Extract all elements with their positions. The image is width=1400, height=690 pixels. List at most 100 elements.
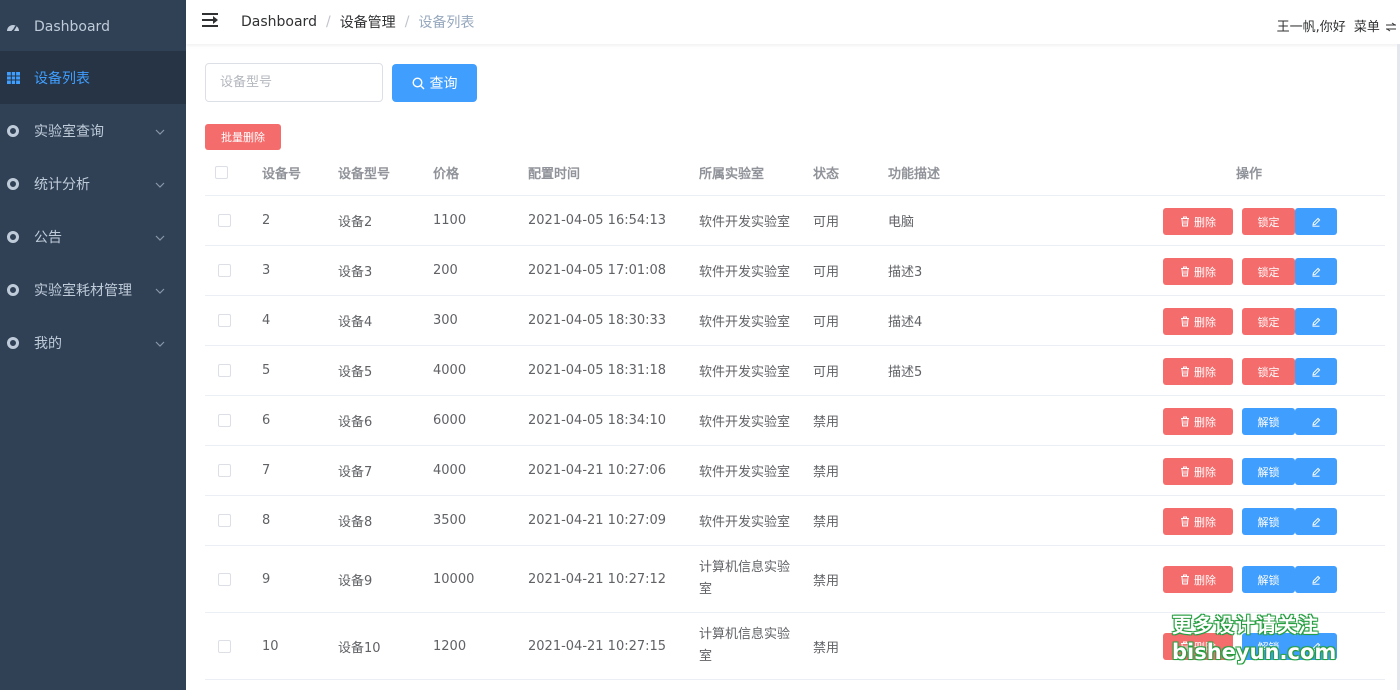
cell-config-time: 2021-04-21 10:27:09 bbox=[528, 513, 667, 528]
sidebar-item-announcement[interactable]: 公告 bbox=[0, 210, 186, 263]
chevron-down-icon bbox=[155, 229, 165, 245]
cell-device-id: 9 bbox=[262, 571, 271, 587]
row-checkbox[interactable] bbox=[218, 414, 231, 427]
pencil-icon bbox=[1312, 267, 1321, 277]
unlock-button[interactable]: 解锁 bbox=[1242, 566, 1295, 593]
select-cell bbox=[218, 396, 231, 445]
column-header-description: 功能描述 bbox=[888, 167, 941, 182]
cell-device-id: 6 bbox=[262, 413, 271, 428]
column-header-id: 设备号 bbox=[262, 167, 302, 182]
table-row: 6 设备6 6000 2021-04-05 18:34:10 软件开发实验室 禁用 删除 解锁 bbox=[205, 396, 1385, 446]
select-cell bbox=[218, 346, 231, 395]
delete-button[interactable]: 删除 bbox=[1163, 308, 1233, 335]
edit-button[interactable] bbox=[1295, 308, 1337, 335]
breadcrumb-device-management: 设备管理 bbox=[339, 15, 396, 31]
row-checkbox[interactable] bbox=[218, 514, 231, 527]
pencil-icon bbox=[1312, 467, 1321, 477]
sidebar-item-lab-supplies[interactable]: 实验室耗材管理 bbox=[0, 263, 186, 316]
watermark: 更多设计请关注 bisheyun.com bbox=[1172, 612, 1336, 666]
sidebar-item-statistics[interactable]: 统计分析 bbox=[0, 157, 186, 210]
batch-delete-button[interactable]: 批量删除 bbox=[205, 124, 281, 150]
ring-icon bbox=[6, 177, 20, 191]
cell-lab: 计算机信息实验室 bbox=[699, 560, 791, 597]
edit-button[interactable] bbox=[1295, 358, 1337, 385]
sidebar-item-device-list[interactable]: 设备列表 bbox=[0, 51, 186, 104]
query-button[interactable]: 查询 bbox=[392, 64, 477, 102]
cell-price: 10000 bbox=[433, 571, 475, 587]
delete-button[interactable]: 删除 bbox=[1163, 408, 1233, 435]
watermark-line-1: 更多设计请关注 bbox=[1172, 613, 1319, 637]
select-cell bbox=[218, 246, 231, 295]
column-header-actions: 操作 bbox=[1236, 167, 1263, 182]
breadcrumb: Dashboard / 设备管理 / 设备列表 bbox=[241, 12, 474, 32]
cell-description: 描述3 bbox=[888, 265, 923, 280]
delete-button[interactable]: 删除 bbox=[1163, 508, 1233, 535]
cell-status: 禁用 bbox=[813, 515, 840, 530]
select-all-checkbox[interactable] bbox=[215, 166, 228, 179]
hamburger-icon[interactable] bbox=[202, 13, 218, 27]
cell-price: 4000 bbox=[433, 463, 467, 478]
edit-button[interactable] bbox=[1295, 566, 1337, 593]
user-menu[interactable]: 王一帆,你好 菜单 bbox=[1277, 16, 1396, 35]
select-cell bbox=[218, 296, 231, 345]
edit-button[interactable] bbox=[1295, 408, 1337, 435]
row-checkbox[interactable] bbox=[218, 264, 231, 277]
breadcrumb-current: 设备列表 bbox=[418, 15, 475, 31]
table-row: 3 设备3 200 2021-04-05 17:01:08 软件开发实验室 可用 描述3 删除… bbox=[205, 246, 1385, 296]
pencil-icon bbox=[1312, 317, 1321, 327]
cell-status: 禁用 bbox=[813, 415, 840, 430]
query-button-label: 查询 bbox=[429, 76, 458, 92]
delete-button[interactable]: 删除 bbox=[1163, 458, 1233, 485]
row-checkbox[interactable] bbox=[218, 364, 231, 377]
lock-button[interactable]: 锁定 bbox=[1242, 208, 1295, 235]
pencil-icon bbox=[1312, 217, 1321, 227]
cell-config-time: 2021-04-05 16:54:13 bbox=[528, 213, 667, 228]
delete-button[interactable]: 删除 bbox=[1163, 208, 1233, 235]
cell-device-id: 5 bbox=[262, 363, 271, 378]
lock-button[interactable]: 锁定 bbox=[1242, 358, 1295, 385]
trash-icon bbox=[1181, 574, 1189, 585]
edit-button[interactable] bbox=[1295, 208, 1337, 235]
sidebar-item-dashboard[interactable]: Dashboard bbox=[0, 0, 186, 53]
delete-button[interactable]: 删除 bbox=[1163, 566, 1233, 593]
select-cell bbox=[218, 613, 231, 679]
cell-lab: 软件开发实验室 bbox=[699, 465, 791, 480]
sidebar-item-mine[interactable]: 我的 bbox=[0, 316, 186, 369]
sidebar-item-label: 我的 bbox=[34, 335, 62, 352]
unlock-button[interactable]: 解锁 bbox=[1242, 508, 1295, 535]
unlock-button[interactable]: 解锁 bbox=[1242, 408, 1295, 435]
breadcrumb-dashboard[interactable]: Dashboard bbox=[241, 14, 317, 30]
row-checkbox[interactable] bbox=[218, 639, 231, 653]
delete-button[interactable]: 删除 bbox=[1163, 258, 1233, 285]
row-checkbox[interactable] bbox=[218, 572, 231, 586]
device-table: 设备号 设备型号 价格 配置时间 所属实验室 状态 功能描述 操作 2 设备2 11… bbox=[205, 150, 1385, 680]
pencil-icon bbox=[1312, 517, 1321, 527]
edit-button[interactable] bbox=[1295, 458, 1337, 485]
delete-button-label: 删除 bbox=[1194, 515, 1216, 529]
edit-button[interactable] bbox=[1295, 258, 1337, 285]
menu-label[interactable]: 菜单 bbox=[1354, 20, 1380, 35]
dashboard-icon bbox=[6, 20, 20, 34]
row-checkbox[interactable] bbox=[218, 214, 231, 227]
edit-button[interactable] bbox=[1295, 508, 1337, 535]
unlock-button[interactable]: 解锁 bbox=[1242, 458, 1295, 485]
table-header-row: 设备号 设备型号 价格 配置时间 所属实验室 状态 功能描述 操作 bbox=[205, 150, 1385, 196]
search-icon bbox=[411, 76, 424, 89]
sidebar-item-label: Dashboard bbox=[34, 18, 110, 35]
device-model-search-input[interactable] bbox=[205, 63, 383, 102]
cell-device-id: 3 bbox=[262, 263, 271, 278]
row-checkbox[interactable] bbox=[218, 464, 231, 477]
cell-config-time: 2021-04-05 17:01:08 bbox=[528, 263, 667, 278]
sidebar-item-lab-query[interactable]: 实验室查询 bbox=[0, 104, 186, 157]
row-checkbox[interactable] bbox=[218, 314, 231, 327]
delete-button[interactable]: 删除 bbox=[1163, 358, 1233, 385]
cell-description: 描述4 bbox=[888, 315, 923, 330]
menu-toggle-icon[interactable] bbox=[1386, 22, 1396, 32]
cell-device-model: 设备7 bbox=[338, 465, 373, 480]
chevron-down-icon bbox=[155, 123, 165, 139]
lock-button[interactable]: 锁定 bbox=[1242, 308, 1295, 335]
lock-button[interactable]: 锁定 bbox=[1242, 258, 1295, 285]
trash-icon bbox=[1181, 466, 1189, 477]
ring-icon bbox=[6, 283, 20, 297]
sidebar-item-label: 设备列表 bbox=[34, 70, 90, 87]
